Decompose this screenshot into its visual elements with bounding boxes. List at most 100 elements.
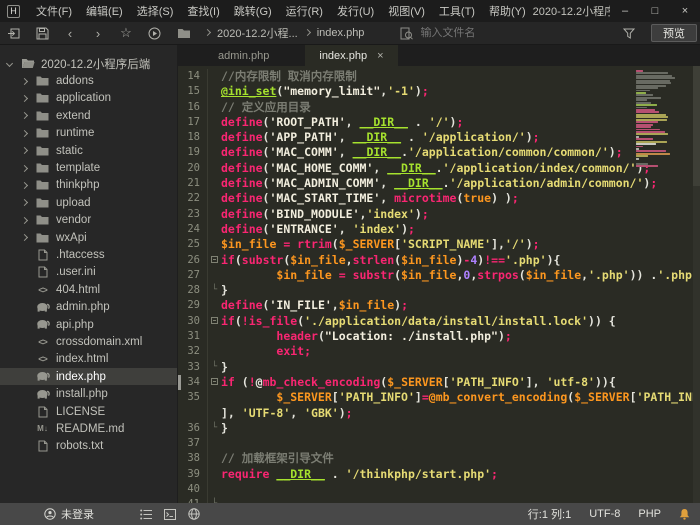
menu-item[interactable]: 跳转(G) bbox=[227, 3, 279, 19]
chevron-right-icon[interactable] bbox=[21, 199, 28, 206]
chevron-right-icon[interactable] bbox=[21, 164, 28, 171]
tab-index-php[interactable]: index.php× bbox=[305, 45, 397, 66]
tree-item-static[interactable]: static bbox=[0, 142, 177, 159]
code-line[interactable]: 34if (!@mb_check_encoding($_SERVER['PATH… bbox=[178, 375, 700, 390]
tree-item-robots.txt[interactable]: robots.txt bbox=[0, 438, 177, 455]
tree-item-upload[interactable]: upload bbox=[0, 194, 177, 211]
code-line[interactable]: 28└} bbox=[178, 283, 700, 298]
code-line[interactable]: 21define('MAC_ADMIN_COMM', __DIR__.'/app… bbox=[178, 176, 700, 191]
encoding-indicator[interactable]: UTF-8 bbox=[589, 508, 620, 520]
menu-item[interactable]: 发行(U) bbox=[330, 3, 381, 19]
code-line[interactable]: 18define('APP_PATH', __DIR__ . '/applica… bbox=[178, 130, 700, 145]
code-line[interactable]: ], 'UTF-8', 'GBK'); bbox=[178, 406, 700, 421]
code-line[interactable]: 19define('MAC_COMM', __DIR__.'/applicati… bbox=[178, 145, 700, 160]
tree-item-runtime[interactable]: runtime bbox=[0, 125, 177, 142]
menu-item[interactable]: 文件(F) bbox=[29, 3, 79, 19]
chevron-right-icon[interactable] bbox=[21, 130, 28, 137]
filename-search-input[interactable] bbox=[420, 27, 580, 39]
chevron-right-icon[interactable] bbox=[21, 234, 28, 241]
breadcrumb-folder-icon[interactable] bbox=[170, 28, 198, 39]
breadcrumb-project[interactable]: 2020-12.2小程... bbox=[217, 25, 298, 41]
breadcrumb-file[interactable]: index.php bbox=[317, 27, 365, 39]
chevron-right-icon[interactable] bbox=[21, 78, 28, 85]
favorite-star-icon[interactable]: ☆ bbox=[112, 25, 140, 41]
code-line[interactable]: 27 $in_file = substr($in_file,0,strpos($… bbox=[178, 268, 700, 283]
login-status[interactable]: 未登录 bbox=[44, 506, 94, 522]
tree-item-index.php[interactable]: index.php bbox=[0, 368, 177, 385]
code-editor[interactable]: 14//内存限制 取消内存限制15@ini_set("memory_limit"… bbox=[178, 66, 700, 503]
tree-item-wxapi[interactable]: wxApi bbox=[0, 229, 177, 246]
tree-item-template[interactable]: template bbox=[0, 159, 177, 176]
code-line[interactable]: 23define('BIND_MODULE','index'); bbox=[178, 207, 700, 222]
code-line[interactable]: 35 $_SERVER['PATH_INFO']=@mb_convert_enc… bbox=[178, 390, 700, 405]
tree-item-404.html[interactable]: <>404.html bbox=[0, 281, 177, 298]
editor-scrollbar[interactable] bbox=[693, 66, 700, 503]
code-line[interactable]: 17define('ROOT_PATH', __DIR__ . '/'); bbox=[178, 115, 700, 130]
tree-item-addons[interactable]: addons bbox=[0, 72, 177, 89]
code-line[interactable]: 39require __DIR__ . '/thinkphp/start.php… bbox=[178, 467, 700, 482]
tree-item-.htaccess[interactable]: .htaccess bbox=[0, 246, 177, 263]
tree-item-crossdomain.xml[interactable]: <>crossdomain.xml bbox=[0, 333, 177, 350]
menu-item[interactable]: 查找(I) bbox=[180, 3, 226, 19]
minimap[interactable] bbox=[636, 70, 691, 170]
code-line[interactable]: 31 header("Location: ./install.php"); bbox=[178, 329, 700, 344]
preview-button[interactable]: 预览 bbox=[651, 24, 697, 42]
tree-item-application[interactable]: application bbox=[0, 90, 177, 107]
filter-funnel-icon[interactable] bbox=[615, 28, 643, 39]
code-line[interactable]: 37 bbox=[178, 436, 700, 451]
code-line[interactable]: 26if(substr($in_file,strlen($in_file)-4)… bbox=[178, 253, 700, 268]
code-line[interactable]: 15@ini_set("memory_limit",'-1'); bbox=[178, 84, 700, 99]
tree-item-license[interactable]: LICENSE bbox=[0, 403, 177, 420]
menu-item[interactable]: 运行(R) bbox=[279, 3, 330, 19]
chevron-down-icon[interactable] bbox=[6, 60, 13, 67]
close-button[interactable]: × bbox=[670, 5, 700, 17]
back-icon[interactable]: ‹ bbox=[56, 26, 84, 41]
code-line[interactable]: 30if(!is_file('./application/data/instal… bbox=[178, 314, 700, 329]
chevron-right-icon[interactable] bbox=[21, 112, 28, 119]
outline-icon[interactable] bbox=[140, 509, 152, 520]
code-line[interactable]: 32 exit; bbox=[178, 344, 700, 359]
chevron-right-icon[interactable] bbox=[21, 147, 28, 154]
code-line[interactable]: 25$in_file = rtrim($_SERVER['SCRIPT_NAME… bbox=[178, 237, 700, 252]
language-mode[interactable]: PHP bbox=[638, 508, 661, 520]
menu-item[interactable]: 视图(V) bbox=[381, 3, 432, 19]
code-line[interactable]: 38// 加载框架引导文件 bbox=[178, 451, 700, 466]
tree-item-thinkphp[interactable]: thinkphp bbox=[0, 177, 177, 194]
code-line[interactable]: 16// 定义应用目录 bbox=[178, 100, 700, 115]
save-icon[interactable] bbox=[28, 27, 56, 40]
code-line[interactable]: 20define('MAC_HOME_COMM', __DIR__.'/appl… bbox=[178, 161, 700, 176]
code-line[interactable]: 24define('ENTRANCE', 'index'); bbox=[178, 222, 700, 237]
web-globe-icon[interactable] bbox=[188, 508, 200, 520]
chevron-right-icon[interactable] bbox=[21, 217, 28, 224]
cursor-position[interactable]: 行:1 列:1 bbox=[528, 506, 571, 522]
chevron-right-icon[interactable] bbox=[21, 182, 28, 189]
scrollbar-thumb[interactable] bbox=[693, 66, 700, 186]
tab-close-icon[interactable]: × bbox=[377, 50, 383, 62]
tree-item-install.php[interactable]: install.php bbox=[0, 385, 177, 402]
minimize-button[interactable]: – bbox=[610, 5, 640, 17]
tree-item-readme.md[interactable]: M↓README.md bbox=[0, 420, 177, 437]
new-file-icon[interactable] bbox=[0, 27, 28, 40]
code-line[interactable]: 41└ bbox=[178, 497, 700, 503]
run-icon[interactable] bbox=[140, 27, 168, 40]
tree-item-extend[interactable]: extend bbox=[0, 107, 177, 124]
notification-bell-icon[interactable] bbox=[679, 508, 690, 521]
fold-collapse-icon[interactable] bbox=[208, 253, 221, 268]
menu-item[interactable]: 选择(S) bbox=[130, 3, 181, 19]
menu-item[interactable]: 帮助(Y) bbox=[482, 3, 533, 19]
tree-item-admin.php[interactable]: admin.php bbox=[0, 298, 177, 315]
tree-item-index.html[interactable]: <>index.html bbox=[0, 351, 177, 368]
forward-icon[interactable]: › bbox=[84, 26, 112, 41]
terminal-icon[interactable] bbox=[164, 509, 176, 520]
code-line[interactable]: 33└} bbox=[178, 360, 700, 375]
menu-item[interactable]: 工具(T) bbox=[432, 3, 482, 19]
code-line[interactable]: 36└} bbox=[178, 421, 700, 436]
code-line[interactable]: 40 bbox=[178, 482, 700, 497]
tree-item-2020-12.2-[interactable]: 2020-12.2小程序后端 bbox=[0, 55, 177, 72]
tree-item-api.php[interactable]: api.php bbox=[0, 316, 177, 333]
code-line[interactable]: 29define('IN_FILE',$in_file); bbox=[178, 298, 700, 313]
tree-item-vendor[interactable]: vendor bbox=[0, 212, 177, 229]
fold-collapse-icon[interactable] bbox=[208, 375, 221, 390]
tree-item-.user.ini[interactable]: .user.ini bbox=[0, 264, 177, 281]
chevron-right-icon[interactable] bbox=[21, 95, 28, 102]
